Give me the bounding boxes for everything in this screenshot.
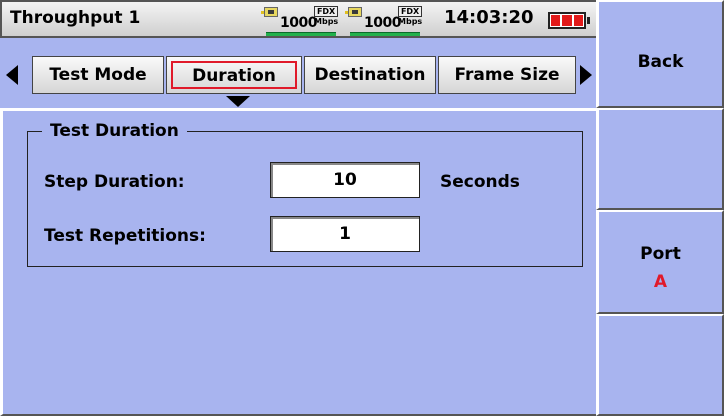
- softkey-label: Port: [640, 244, 681, 264]
- duration-panel: Test Duration Step Duration: 10 Seconds …: [0, 108, 596, 416]
- ethernet-port-icon: [345, 7, 362, 17]
- battery-cell: [573, 15, 583, 26]
- softkey-column: Back Port A: [596, 0, 724, 416]
- clock: 14:03:20: [444, 7, 534, 28]
- port-value: A: [653, 272, 668, 292]
- port-1-status: 1000 FDX Mbps: [261, 6, 339, 36]
- back-softkey[interactable]: Back: [596, 0, 724, 108]
- softkey-label: Back: [637, 52, 684, 72]
- tab-destination[interactable]: Destination: [304, 56, 436, 94]
- tab-label: Test Mode: [49, 65, 147, 85]
- port-2-mode: FDX Mbps: [398, 6, 423, 26]
- softkey-2[interactable]: [596, 108, 724, 210]
- tab-label: Duration: [171, 61, 297, 89]
- page-title: Throughput 1: [10, 8, 141, 28]
- selected-tab-pointer-icon: [226, 96, 250, 107]
- port-1-duplex: FDX: [314, 6, 339, 17]
- tab-duration[interactable]: Duration: [166, 56, 302, 94]
- port-2-link-bar: [350, 32, 420, 36]
- battery-icon: [548, 12, 590, 29]
- scroll-right-arrow-icon[interactable]: [580, 65, 592, 85]
- step-duration-value: 10: [333, 170, 357, 190]
- port-2-unit: Mbps: [398, 17, 423, 26]
- scroll-left-arrow-icon[interactable]: [6, 65, 18, 85]
- tab-frame-size[interactable]: Frame Size: [438, 56, 576, 94]
- port-1-link-bar: [266, 32, 336, 36]
- group-title: Test Duration: [42, 121, 187, 141]
- tab-label: Frame Size: [454, 65, 560, 85]
- ethernet-port-icon: [261, 7, 278, 17]
- tab-test-mode[interactable]: Test Mode: [32, 56, 164, 94]
- status-header: Throughput 1 1000 FDX Mbps 1000 FDX Mbps…: [0, 0, 596, 38]
- port-2-status: 1000 FDX Mbps: [345, 6, 423, 36]
- port-2-duplex: FDX: [398, 6, 423, 17]
- test-repetitions-field[interactable]: 1: [270, 216, 420, 252]
- tab-bar: Test Mode Duration Destination Frame Siz…: [0, 38, 596, 108]
- port-1-speed: 1000: [280, 15, 317, 31]
- test-repetitions-label: Test Repetitions:: [44, 226, 206, 246]
- step-duration-label: Step Duration:: [44, 172, 185, 192]
- port-1-mode: FDX Mbps: [314, 6, 339, 26]
- port-softkey[interactable]: Port A: [596, 210, 724, 314]
- battery-cell: [551, 15, 561, 26]
- port-2-speed: 1000: [364, 15, 401, 31]
- test-repetitions-value: 1: [339, 224, 351, 244]
- step-duration-field[interactable]: 10: [270, 162, 420, 198]
- softkey-4[interactable]: [596, 314, 724, 416]
- tab-label: Destination: [314, 65, 426, 85]
- test-duration-group: Test Duration Step Duration: 10 Seconds …: [27, 121, 583, 267]
- step-duration-unit: Seconds: [440, 172, 520, 192]
- port-1-unit: Mbps: [314, 17, 339, 26]
- battery-cell: [562, 15, 572, 26]
